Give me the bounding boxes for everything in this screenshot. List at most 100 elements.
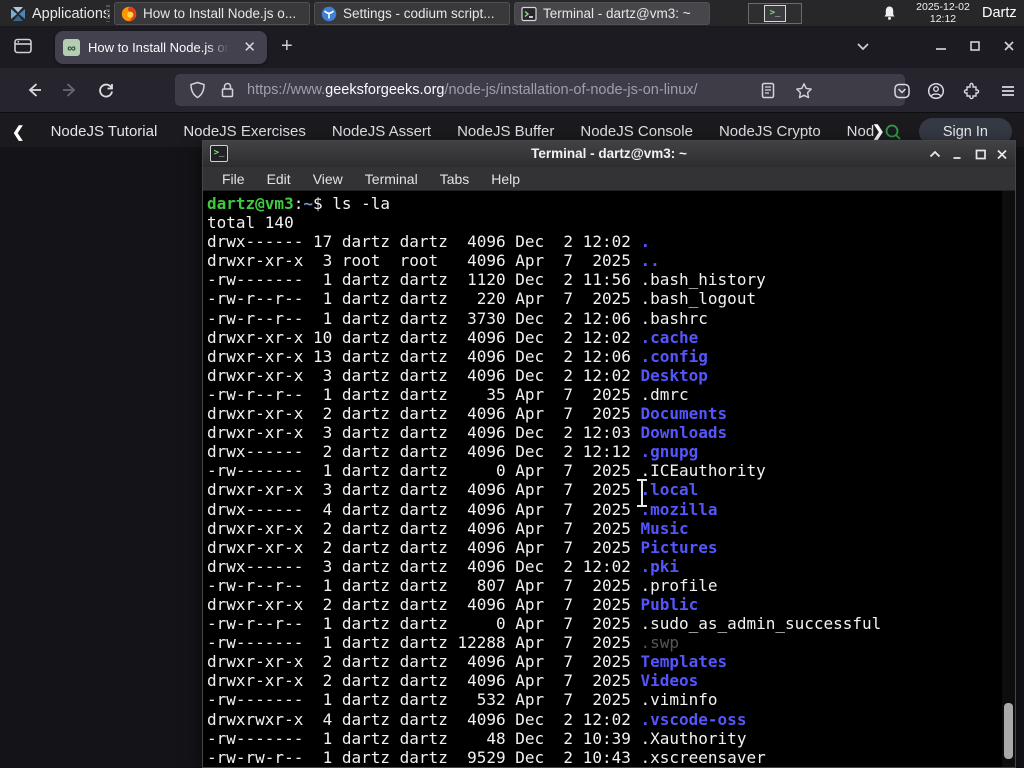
clock-time: 12:12 (929, 12, 957, 25)
terminal-listing-row: drwxr-xr-x 2 dartz dartz 4096 Apr 7 2025… (207, 671, 699, 691)
url-bar[interactable]: https://www.geeksforgeeks.org/node-js/in… (175, 74, 905, 106)
site-nav-item[interactable]: NodeJS Exercises (183, 123, 306, 140)
taskbar-window-button[interactable]: How to Install Node.js o... (114, 2, 310, 25)
reader-mode-icon[interactable] (760, 82, 776, 99)
terminal-shade-button[interactable] (927, 147, 943, 162)
tab-bar: ∞ How to Install Node.js on ✕ + (0, 27, 1024, 68)
hamburger-menu-icon[interactable] (999, 82, 1017, 100)
lock-icon[interactable] (220, 81, 235, 99)
terminal-title: Terminal - dartz@vm3: ~ (531, 146, 687, 161)
taskbar-window-label: Terminal - dartz@vm3: ~ (543, 6, 691, 21)
nav-chevron-right-icon[interactable]: ❯ (872, 122, 885, 140)
terminal-listing-row: drwxr-xr-x 2 dartz dartz 4096 Apr 7 2025… (207, 518, 689, 538)
terminal-listing-row: drwxrwxr-x 4 dartz dartz 4096 Dec 2 12:0… (207, 709, 747, 729)
window-maximize-button[interactable] (966, 37, 984, 55)
url-text: https://www.geeksforgeeks.org/node-js/in… (247, 82, 698, 98)
new-tab-button[interactable]: + (281, 36, 293, 56)
taskbar-window-list: How to Install Node.js o... Settings - c… (114, 2, 710, 25)
terminal-menu-item[interactable]: File (211, 171, 256, 187)
url-path: /node-js/installation-of-node-js-on-linu… (444, 82, 698, 98)
site-nav-item[interactable]: NodeJS Crypto (719, 123, 821, 140)
firefox-icon (121, 6, 137, 22)
search-icon[interactable] (884, 123, 902, 141)
save-to-pocket-icon[interactable] (893, 82, 911, 100)
terminal-minimize-button[interactable] (950, 147, 966, 162)
terminal-icon (521, 6, 537, 22)
window-minimize-button[interactable] (932, 37, 950, 55)
desktop-panel: Applications How to Install Node.js o...… (0, 0, 1024, 27)
site-nav-item[interactable]: NodeJS Tutorial (51, 123, 158, 140)
back-icon[interactable] (24, 80, 44, 100)
window-close-button[interactable] (1000, 37, 1018, 55)
list-all-tabs-icon[interactable] (854, 37, 872, 55)
terminal-listing-row: -rw-rw-r-- 1 dartz dartz 9529 Dec 2 10:4… (207, 747, 766, 767)
terminal-listing-row: drwxr-xr-x 3 dartz dartz 4096 Apr 7 2025… (207, 480, 699, 500)
terminal-menu-item[interactable]: View (302, 171, 354, 187)
terminal-output[interactable]: dartz@vm3:~$ ls -la total 140 drwx------… (203, 191, 1015, 767)
terminal-listing: drwx------ 17 dartz dartz 4096 Dec 2 12:… (207, 232, 1015, 767)
terminal-listing-row: drwx------ 4 dartz dartz 4096 Apr 7 2025… (207, 499, 718, 519)
desktop: Applications How to Install Node.js o...… (0, 0, 1024, 768)
tab-close-icon[interactable]: ✕ (240, 38, 259, 57)
mouse-ibeam-cursor (636, 479, 648, 507)
terminal-title-bar[interactable]: >_ Terminal - dartz@vm3: ~ (203, 141, 1015, 167)
terminal-listing-row: drwxr-xr-x 3 dartz dartz 4096 Dec 2 12:0… (207, 423, 728, 443)
nav-chevron-left-icon[interactable]: ❮ (12, 123, 25, 141)
terminal-menu-item[interactable]: Help (480, 171, 531, 187)
taskbar-window-button[interactable]: Settings - codium script... (314, 2, 510, 25)
browser-tab[interactable]: ∞ How to Install Node.js on ✕ (55, 31, 267, 64)
distro-logo-icon (10, 6, 26, 22)
extensions-puzzle-icon[interactable] (963, 82, 981, 100)
terminal-listing-row: -rw------- 1 dartz dartz 48 Dec 2 10:39 … (207, 728, 747, 748)
terminal-listing-row: -rw-r--r-- 1 dartz dartz 807 Apr 7 2025 … (207, 575, 718, 595)
panel-clock[interactable]: 2025-12-02 12:12 (912, 1, 974, 25)
terminal-listing-row: drwxr-xr-x 2 dartz dartz 4096 Apr 7 2025… (207, 594, 699, 614)
url-domain: geeksforgeeks.org (325, 82, 445, 98)
pager-window-thumbnail: >_ (764, 5, 786, 22)
terminal-listing-row: drwx------ 17 dartz dartz 4096 Dec 2 12:… (207, 232, 651, 252)
terminal-listing-row: -rw------- 1 dartz dartz 12288 Apr 7 202… (207, 633, 680, 653)
terminal-maximize-button[interactable] (973, 147, 989, 162)
terminal-listing-row: drwxr-xr-x 10 dartz dartz 4096 Dec 2 12:… (207, 327, 699, 347)
reload-icon[interactable] (96, 80, 116, 100)
site-nav-item[interactable]: NodeJS Assert (332, 123, 431, 140)
terminal-listing-row: -rw------- 1 dartz dartz 532 Apr 7 2025 … (207, 690, 718, 710)
terminal-scrollbar[interactable] (1002, 191, 1015, 767)
site-nav-item[interactable]: NodeJS Console (580, 123, 693, 140)
terminal-listing-row: -rw-r--r-- 1 dartz dartz 35 Apr 7 2025 .… (207, 384, 689, 404)
prompt-command: $ ls -la (312, 194, 391, 213)
bookmark-star-icon[interactable] (795, 82, 813, 100)
taskbar-window-label: How to Install Node.js o... (143, 6, 297, 21)
panel-username: Dartz (982, 5, 1017, 21)
terminal-listing-row: drwx------ 3 dartz dartz 4096 Dec 2 12:0… (207, 556, 680, 576)
clock-date: 2025-12-02 (916, 1, 970, 13)
codium-icon (321, 6, 337, 22)
panel-separator (106, 5, 110, 22)
firefox-view-icon[interactable] (12, 35, 34, 57)
terminal-menu-item[interactable]: Terminal (354, 171, 429, 187)
terminal-close-button[interactable] (994, 147, 1010, 162)
pager-terminal-glyph: >_ (769, 8, 781, 18)
terminal-listing-row: drwxr-xr-x 3 root root 4096 Apr 7 2025 .… (207, 251, 660, 271)
workspace-pager[interactable]: >_ (748, 3, 802, 24)
prompt-cwd: ~ (303, 194, 313, 213)
terminal-listing-row: drwxr-xr-x 2 dartz dartz 4096 Apr 7 2025… (207, 537, 718, 557)
account-icon[interactable] (927, 82, 945, 100)
terminal-menu-item[interactable]: Tabs (429, 171, 481, 187)
browser-toolbar: https://www.geeksforgeeks.org/node-js/in… (0, 68, 1024, 113)
notification-bell-icon[interactable] (882, 5, 897, 21)
applications-menu-button[interactable]: Applications (4, 0, 116, 27)
site-nav-item[interactable]: NodeJS Buffer (457, 123, 554, 140)
terminal-menu-bar: File Edit View Terminal Tabs Help (203, 167, 1015, 191)
terminal-scrollbar-thumb[interactable] (1004, 703, 1013, 759)
terminal-menu-item[interactable]: Edit (256, 171, 302, 187)
terminal-listing-row: drwx------ 2 dartz dartz 4096 Dec 2 12:1… (207, 442, 699, 462)
tracking-shield-icon[interactable] (189, 81, 206, 99)
prompt-user-host: dartz@vm3 (207, 194, 294, 213)
geeksforgeeks-favicon: ∞ (63, 39, 80, 56)
forward-icon[interactable] (60, 80, 80, 100)
terminal-listing-row: -rw-r--r-- 1 dartz dartz 3730 Dec 2 12:0… (207, 308, 708, 328)
taskbar-window-button[interactable]: Terminal - dartz@vm3: ~ (514, 2, 710, 25)
site-nav-item[interactable]: NodeJS DNS (847, 123, 874, 140)
tab-title: How to Install Node.js on (88, 40, 232, 55)
